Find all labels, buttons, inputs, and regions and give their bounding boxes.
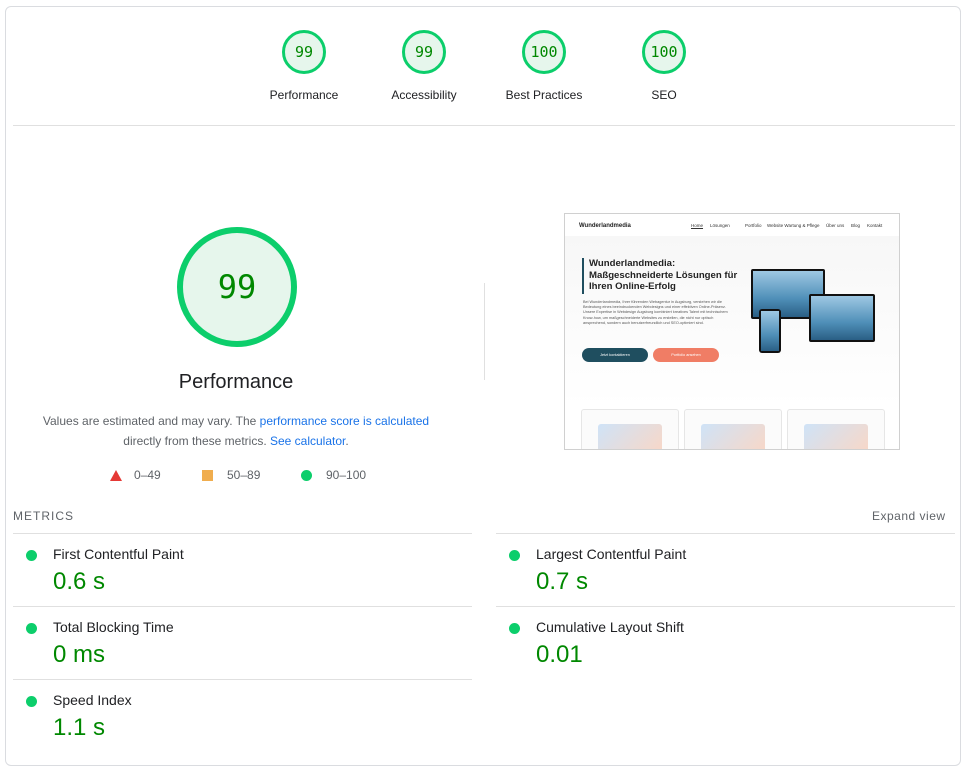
screenshot-headline: Wunderlandmedia: Maßgeschneiderte Lösung… [589, 258, 738, 292]
legend-pass: 90–100 [301, 468, 366, 482]
description-text: . [345, 434, 349, 448]
headline-accent-bar [582, 258, 584, 294]
metric-value: 0.7 s [536, 568, 589, 595]
screenshot-card [684, 409, 782, 449]
gauge-score: 99 [402, 30, 446, 74]
gauge-score: 100 [642, 30, 686, 74]
see-calculator-link[interactable]: See calculator [270, 434, 345, 448]
performance-score-gauge: 99 [177, 227, 297, 347]
vertical-divider [484, 283, 485, 380]
category-gauges: 99 Performance 99 Accessibility 100 Best… [0, 0, 965, 125]
gauge-score: 100 [522, 30, 566, 74]
gauge-best-practices[interactable]: 100 Best Practices [474, 30, 614, 102]
metrics-heading: METRICS [13, 509, 74, 523]
legend-fail: 0–49 [110, 468, 161, 482]
expand-view-toggle[interactable]: Expand view [872, 509, 946, 523]
description-text: directly from these metrics. [123, 434, 270, 448]
monitor-mockup [809, 294, 875, 342]
screenshot-nav-item: Kontakt [867, 223, 883, 228]
screenshot-nav-item: Portfolio [745, 223, 762, 228]
pass-circle-icon [509, 550, 520, 561]
gauge-label: SEO [651, 88, 677, 102]
metric-name: First Contentful Paint [53, 546, 184, 562]
legend-average: 50–89 [202, 468, 260, 482]
screenshot-cta-primary: Jetzt kontaktieren [582, 348, 648, 362]
screenshot-paragraph: Bei Wunderlandmedia, Ihrer führenden Web… [583, 300, 728, 325]
pass-circle-icon [509, 623, 520, 634]
description-text: Values are estimated and may vary. The [42, 414, 260, 428]
performance-score-link[interactable]: performance score is calculated [260, 414, 429, 428]
gauge-label: Best Practices [505, 88, 583, 102]
metric-name: Largest Contentful Paint [536, 546, 687, 562]
square-icon [202, 469, 213, 481]
phone-mockup [759, 309, 781, 353]
metric-divider [13, 606, 472, 607]
screenshot-nav-item: Website Wartung & Pflege [767, 223, 820, 228]
circle-icon [301, 469, 312, 481]
screenshot-nav: Wunderlandmedia Home Lösungen Portfolio … [565, 214, 899, 236]
metric-value: 0.6 s [53, 568, 106, 595]
screenshot-nav-item: Lösungen [710, 223, 730, 228]
legend-label: 50–89 [227, 468, 261, 482]
pass-circle-icon [26, 550, 37, 561]
metric-divider [13, 679, 472, 680]
legend-label: 90–100 [326, 468, 367, 482]
triangle-icon [110, 469, 122, 481]
metric-divider [496, 606, 955, 607]
metric-name: Total Blocking Time [53, 619, 174, 635]
metric-name: Speed Index [53, 692, 132, 708]
score-description: Values are estimated and may vary. The p… [20, 411, 452, 451]
metric-value: 0.01 [536, 641, 583, 668]
screenshot-card [581, 409, 679, 449]
metric-value: 0 ms [53, 641, 106, 668]
screenshot-nav-item: Home [691, 223, 704, 228]
screenshot-brand: Wunderlandmedia [579, 223, 631, 229]
screenshot-nav-item: Über uns [826, 223, 845, 228]
pass-circle-icon [26, 623, 37, 634]
gauge-score: 99 [282, 30, 326, 74]
screenshot-cta-secondary: Portfolio ansehen [653, 348, 719, 362]
screenshot-card [787, 409, 885, 449]
gauge-performance[interactable]: 99 Performance [234, 30, 374, 102]
gauge-accessibility[interactable]: 99 Accessibility [354, 30, 494, 102]
metric-divider [496, 533, 955, 534]
gauge-seo[interactable]: 100 SEO [594, 30, 734, 102]
pass-circle-icon [26, 696, 37, 707]
metric-divider [13, 533, 472, 534]
divider [13, 125, 955, 126]
metric-value: 1.1 s [53, 714, 106, 741]
gauge-label: Performance [269, 88, 339, 102]
gauge-label: Accessibility [391, 88, 457, 102]
performance-title: Performance [178, 371, 294, 393]
screenshot-nav-item: Blog [851, 223, 861, 228]
legend-label: 0–49 [134, 468, 161, 482]
metric-name: Cumulative Layout Shift [536, 619, 684, 635]
final-screenshot[interactable]: Wunderlandmedia Home Lösungen Portfolio … [564, 213, 900, 450]
